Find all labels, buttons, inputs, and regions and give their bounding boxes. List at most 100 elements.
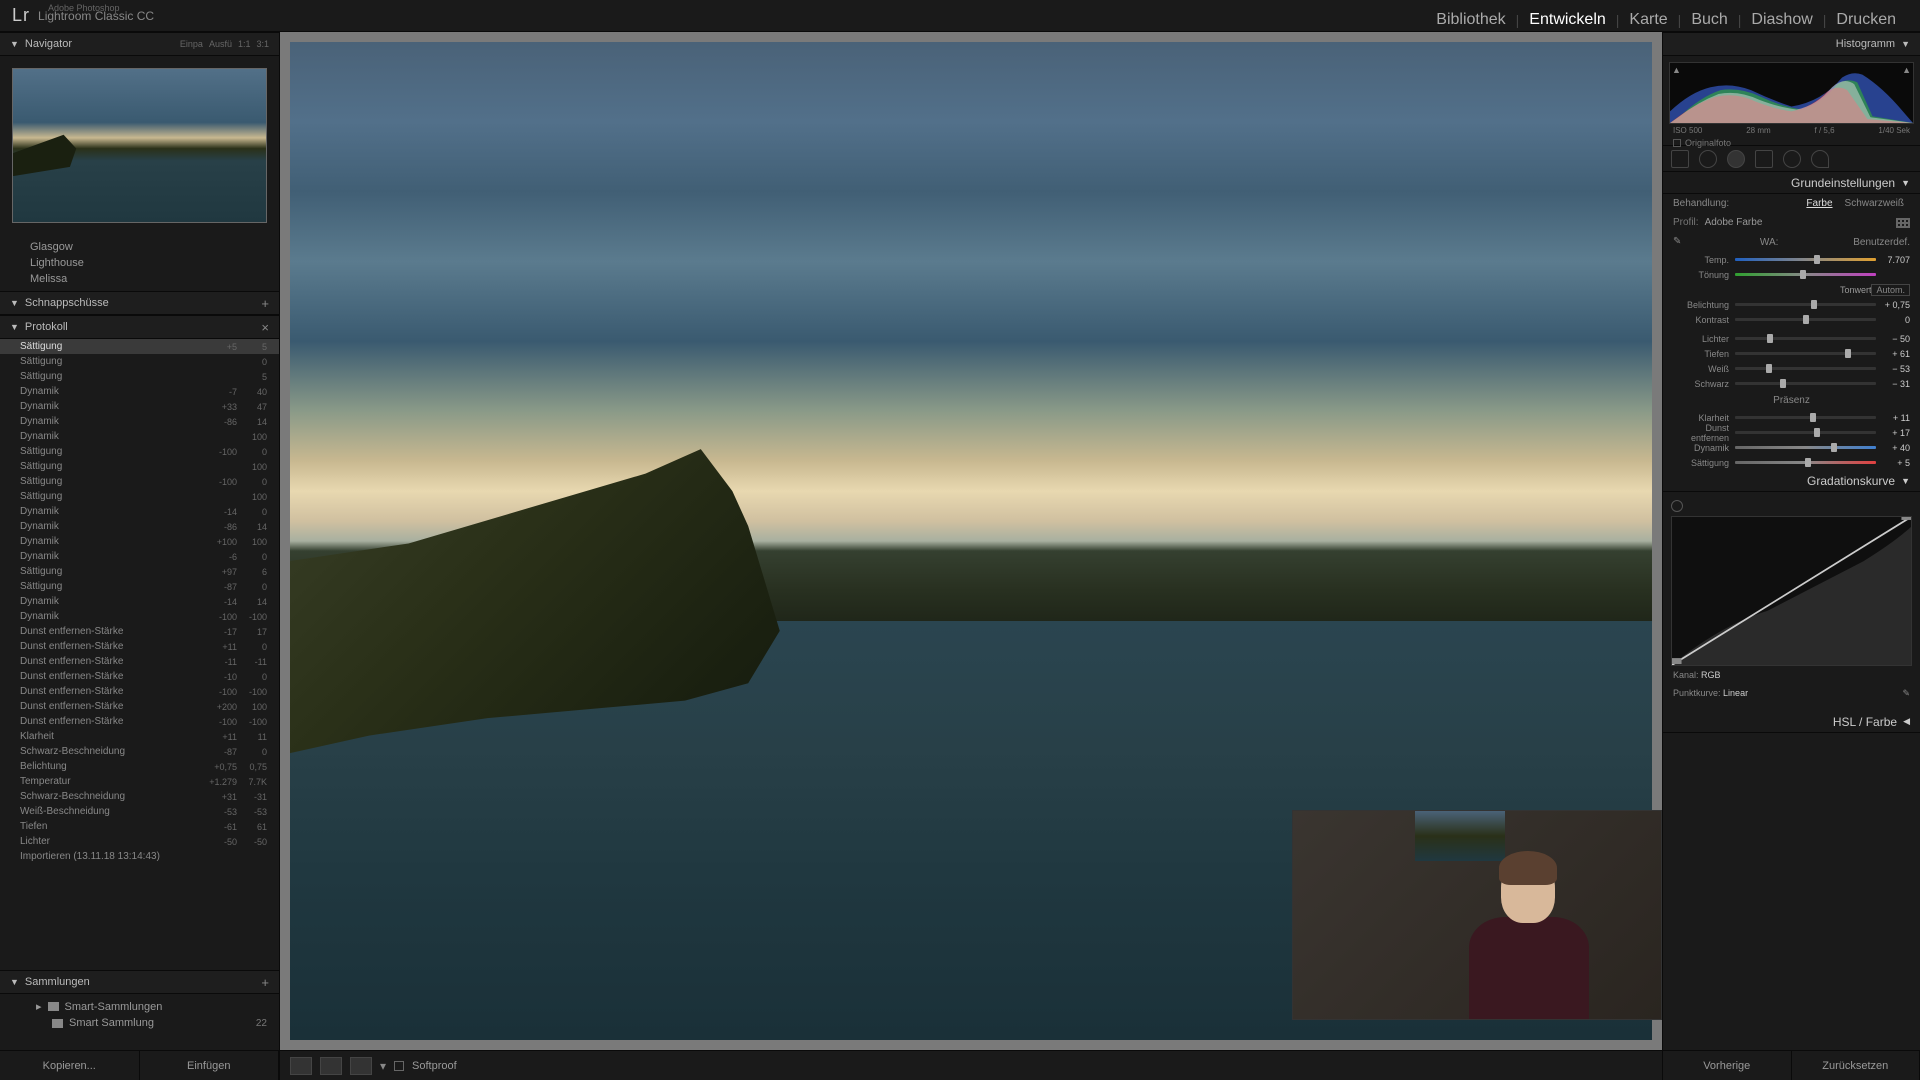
redeye-tool[interactable] (1727, 150, 1745, 168)
history-step[interactable]: Klarheit+1111 (0, 729, 279, 744)
tonecurve-section-header[interactable]: Gradationskurve▼ (1663, 470, 1920, 492)
navigator-preview[interactable] (0, 56, 279, 235)
history-step[interactable]: Sättigung-1000 (0, 444, 279, 459)
navigator-header[interactable]: ▼ Navigator EinpaAusfü1:13:1 (0, 32, 279, 56)
history-step[interactable]: Dunst entfernen-Stärke-100-100 (0, 684, 279, 699)
wb-select[interactable]: Benutzerdef. (1853, 237, 1910, 248)
shadows-slider[interactable]: Tiefen+ 61 (1663, 346, 1920, 361)
triangle-down-icon: ▼ (10, 977, 19, 987)
history-step[interactable]: Temperatur+1.2797.7K (0, 774, 279, 789)
history-step[interactable]: Dynamik-100-100 (0, 609, 279, 624)
history-step[interactable]: Dunst entfernen-Stärke-1717 (0, 624, 279, 639)
history-step[interactable]: Sättigung100 (0, 459, 279, 474)
crop-tool[interactable] (1671, 150, 1689, 168)
saturation-slider[interactable]: Sättigung+ 5 (1663, 455, 1920, 470)
module-slideshow[interactable]: Diashow (1741, 0, 1822, 40)
copy-button[interactable]: Kopieren... (0, 1051, 140, 1080)
develop-settings: Grundeinstellungen▼ Behandlung: Farbe Sc… (1663, 172, 1920, 1050)
plus-icon[interactable]: + (261, 975, 269, 990)
history-step[interactable]: Dunst entfernen-Stärke+200100 (0, 699, 279, 714)
history-step[interactable]: Dynamik100 (0, 429, 279, 444)
history-step[interactable]: Sättigung+55 (0, 339, 279, 354)
curve-channel[interactable]: RGB (1701, 670, 1721, 680)
compare-button[interactable] (350, 1057, 372, 1075)
plus-icon[interactable]: + (261, 296, 269, 311)
module-print[interactable]: Drucken (1826, 0, 1906, 40)
histogram-chart[interactable]: ▲ ▲ (1669, 62, 1914, 124)
history-step[interactable]: Dynamik-60 (0, 549, 279, 564)
collection-item[interactable]: Smart Sammlung22 (0, 1015, 279, 1031)
history-step[interactable]: Sättigung-870 (0, 579, 279, 594)
tint-slider[interactable]: Tönung (1663, 267, 1920, 282)
history-step[interactable]: Sättigung0 (0, 354, 279, 369)
history-step[interactable]: Dynamik+100100 (0, 534, 279, 549)
history-step[interactable]: Dynamik-8614 (0, 519, 279, 534)
basic-section-header[interactable]: Grundeinstellungen▼ (1663, 172, 1920, 194)
shadow-clip-icon[interactable]: ▲ (1672, 65, 1681, 75)
treatment-color[interactable]: Farbe (1800, 198, 1838, 209)
before-after-button[interactable] (320, 1057, 342, 1075)
collections-header[interactable]: ▼ Sammlungen + (0, 970, 279, 994)
history-step[interactable]: Dunst entfernen-Stärke-100-100 (0, 714, 279, 729)
history-step[interactable]: Dunst entfernen-Stärke-11-11 (0, 654, 279, 669)
blacks-slider[interactable]: Schwarz− 31 (1663, 376, 1920, 391)
dehaze-slider[interactable]: Dunst entfernen+ 17 (1663, 425, 1920, 440)
history-header[interactable]: ▼ Protokoll × (0, 315, 279, 339)
history-step[interactable]: Dynamik-740 (0, 384, 279, 399)
whites-slider[interactable]: Weiß− 53 (1663, 361, 1920, 376)
radial-filter-tool[interactable] (1783, 150, 1801, 168)
snapshots-header[interactable]: ▼ Schnappschüsse + (0, 291, 279, 315)
hsl-section-header[interactable]: HSL / Farbe◀ (1663, 711, 1920, 733)
vibrance-slider[interactable]: Dynamik+ 40 (1663, 440, 1920, 455)
history-step[interactable]: Dynamik-1414 (0, 594, 279, 609)
brush-tool[interactable] (1811, 150, 1829, 168)
preset-item[interactable]: Glasgow (0, 239, 279, 255)
history-step[interactable]: Schwarz-Beschneidung-870 (0, 744, 279, 759)
dropdown-icon[interactable]: ▾ (380, 1059, 386, 1073)
navigator-zoom-options[interactable]: EinpaAusfü1:13:1 (180, 39, 269, 49)
history-step[interactable]: Sättigung+976 (0, 564, 279, 579)
preset-item[interactable]: Melissa (0, 271, 279, 287)
profile-select[interactable]: Adobe Farbe (1705, 217, 1890, 228)
history-step[interactable]: Dynamik-8614 (0, 414, 279, 429)
contrast-slider[interactable]: Kontrast0 (1663, 312, 1920, 327)
temp-slider[interactable]: Temp.7.707 (1663, 252, 1920, 267)
collection-item[interactable]: ▸ Smart-Sammlungen (0, 998, 279, 1015)
image-canvas[interactable] (280, 32, 1662, 1050)
history-step[interactable]: Tiefen-6161 (0, 819, 279, 834)
highlight-clip-icon[interactable]: ▲ (1902, 65, 1911, 75)
history-step[interactable]: Importieren (13.11.18 13:14:43) (0, 849, 279, 864)
pointcurve-select[interactable]: Linear (1723, 688, 1748, 698)
history-step[interactable]: Dunst entfernen-Stärke-100 (0, 669, 279, 684)
history-step[interactable]: Sättigung100 (0, 489, 279, 504)
auto-button[interactable]: Autom. (1871, 284, 1910, 296)
original-photo-toggle[interactable]: Originalfoto (1669, 137, 1914, 149)
history-step[interactable]: Dynamik+3347 (0, 399, 279, 414)
eyedropper-icon[interactable]: ✎ (1673, 236, 1685, 248)
history-step[interactable]: Dunst entfernen-Stärke+110 (0, 639, 279, 654)
preset-item[interactable]: Lighthouse (0, 255, 279, 271)
module-book[interactable]: Buch (1681, 0, 1737, 40)
previous-button[interactable]: Vorherige (1663, 1051, 1792, 1080)
profile-browser-icon[interactable] (1896, 218, 1910, 228)
exposure-slider[interactable]: Belichtung+ 0,75 (1663, 297, 1920, 312)
highlights-slider[interactable]: Lichter− 50 (1663, 331, 1920, 346)
history-step[interactable]: Belichtung+0,750,75 (0, 759, 279, 774)
loupe-view-button[interactable] (290, 1057, 312, 1075)
curve-edit-icon[interactable]: ✎ (1902, 688, 1910, 699)
graduated-filter-tool[interactable] (1755, 150, 1773, 168)
spot-removal-tool[interactable] (1699, 150, 1717, 168)
paste-button[interactable]: Einfügen (140, 1051, 280, 1080)
history-step[interactable]: Dynamik-140 (0, 504, 279, 519)
softproof-checkbox[interactable] (394, 1061, 404, 1071)
history-step[interactable]: Schwarz-Beschneidung+31-31 (0, 789, 279, 804)
history-step[interactable]: Sättigung-1000 (0, 474, 279, 489)
clear-icon[interactable]: × (261, 320, 269, 335)
target-adjustment-icon[interactable] (1671, 500, 1683, 512)
treatment-bw[interactable]: Schwarzweiß (1839, 198, 1910, 209)
tonecurve-chart[interactable] (1671, 516, 1912, 666)
history-step[interactable]: Lichter-50-50 (0, 834, 279, 849)
reset-button[interactable]: Zurücksetzen (1792, 1051, 1920, 1080)
history-step[interactable]: Weiß-Beschneidung-53-53 (0, 804, 279, 819)
history-step[interactable]: Sättigung5 (0, 369, 279, 384)
